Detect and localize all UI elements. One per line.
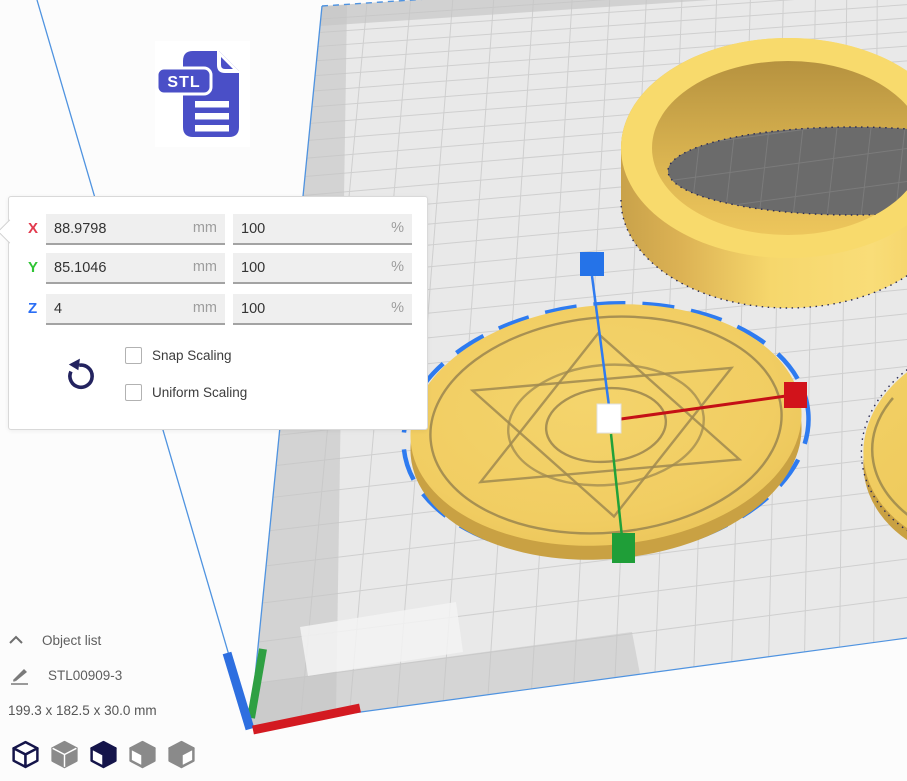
scale-row-y: Y mm % [9,253,427,284]
object-list-toggle[interactable]: Object list [8,630,168,650]
axis-label-x: X [28,220,44,237]
view-3d-icon [10,739,41,770]
z-percent-input[interactable] [233,294,412,323]
stl-badge-label: STL [167,74,200,91]
camera-view-toolbar [10,739,197,770]
x-mm-input[interactable] [46,214,225,243]
y-mm-input[interactable] [46,253,225,282]
gizmo-handle-center-white[interactable] [597,404,621,433]
reset-scale-button[interactable] [61,355,101,395]
uniform-scaling-option[interactable]: Uniform Scaling [125,383,247,401]
view-left-button[interactable] [127,739,158,770]
object-dimensions: 199.3 x 182.5 x 30.0 mm [8,703,157,718]
snap-scaling-label: Snap Scaling [152,348,232,363]
axis-label-y: Y [28,259,44,276]
rotate-ccw-reset-icon [63,356,99,392]
model-ring-cylinder[interactable] [615,38,907,308]
y-mm-field: mm [46,253,225,284]
view-right-button[interactable] [166,739,197,770]
uniform-scaling-label: Uniform Scaling [152,385,247,400]
view-top-icon [88,739,119,770]
uniform-scaling-checkbox[interactable] [125,384,142,401]
gizmo-handle-y-green[interactable] [612,533,635,563]
object-list-item[interactable]: STL00909-3 [8,663,122,687]
view-left-icon [127,739,158,770]
x-percent-input[interactable] [233,214,412,243]
pencil-edit-icon [8,663,32,687]
z-mm-field: mm [46,294,225,325]
scale-row-z: Z mm % [9,294,427,325]
stl-file-icon-graphic: STL [155,41,250,147]
chevron-up-icon [8,635,24,645]
y-percent-field: % [233,253,412,284]
stl-file-icon: STL [155,41,250,147]
z-mm-input[interactable] [46,294,225,323]
object-name: STL00909-3 [48,668,122,683]
view-right-icon [166,739,197,770]
snap-scaling-checkbox[interactable] [125,347,142,364]
snap-scaling-option[interactable]: Snap Scaling [125,346,232,364]
x-mm-field: mm [46,214,225,245]
scale-tool-panel: X mm % Y mm % Z mm % [8,196,428,430]
gizmo-handle-z-blue[interactable] [580,252,604,276]
z-percent-field: % [233,294,412,325]
scale-row-x: X mm % [9,214,427,245]
view-front-button[interactable] [49,739,80,770]
y-percent-input[interactable] [233,253,412,282]
axis-label-z: Z [28,300,44,317]
object-list-header: Object list [42,633,101,648]
view-front-icon [49,739,80,770]
view-3d-button[interactable] [10,739,41,770]
view-top-button[interactable] [88,739,119,770]
slicer-app-window: STL X mm % Y mm % Z mm [0,0,907,781]
x-percent-field: % [233,214,412,245]
gizmo-handle-x-red[interactable] [784,382,807,408]
